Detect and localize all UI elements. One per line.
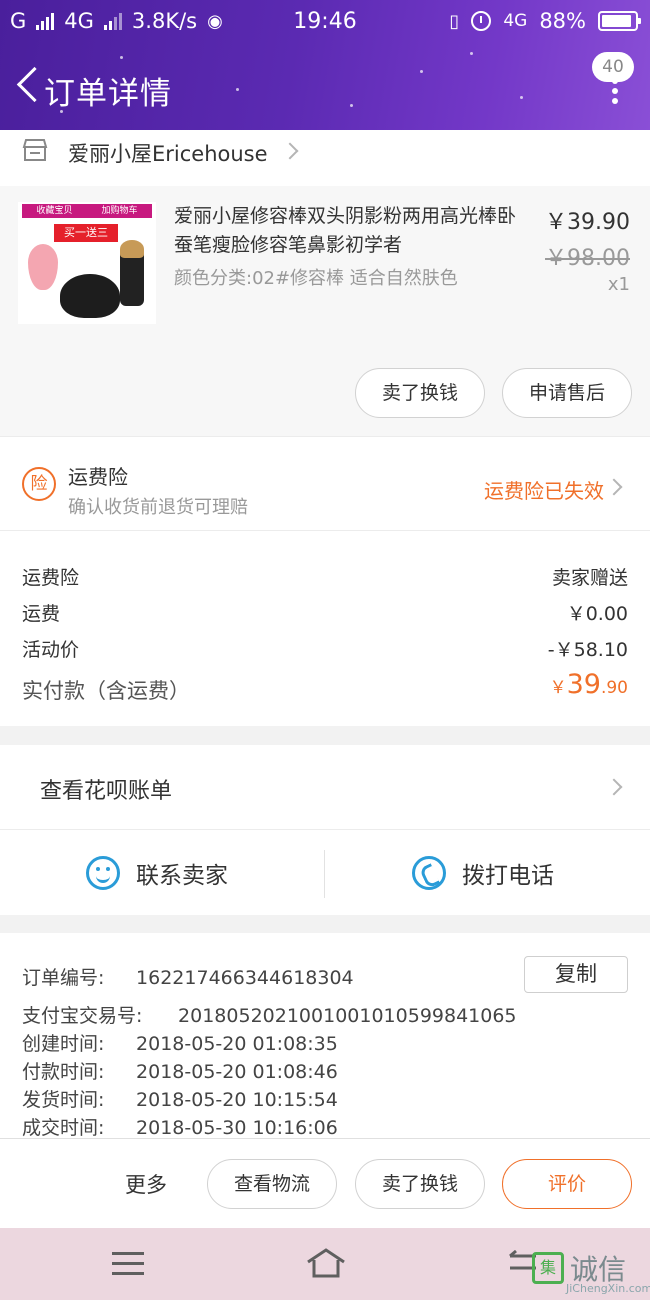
fee-summary: 运费险 卖家赠送 运费 ￥0.00 活动价 -￥58.10 实付款（含运费） ￥… bbox=[0, 530, 650, 726]
top-bar: G 4G 3.8K/s ◉ 19:46 ▯ 4G 88% 订单详情 40 bbox=[0, 0, 650, 130]
thumb-bar-left: 收藏宝贝 bbox=[36, 206, 73, 216]
info-row: 创建时间: 2018-05-20 01:08:35 bbox=[22, 1029, 338, 1056]
more-button[interactable]: 更多 bbox=[125, 1169, 167, 1199]
info-label: 创建时间: bbox=[22, 1033, 105, 1055]
sell-button-bottom[interactable]: 卖了换钱 bbox=[355, 1159, 485, 1209]
info-row: 支付宝交易号: 2018052021001001010599841065 bbox=[22, 1001, 517, 1028]
battery-percent: 88% bbox=[539, 9, 586, 33]
insurance-status: 运费险已失效 bbox=[484, 479, 604, 503]
order-number-row: 订单编号: 162217466344618304 bbox=[22, 963, 354, 990]
call-phone-button[interactable]: 拨打电话 bbox=[412, 856, 554, 890]
product-card: 收藏宝贝 加购物车 买一送三 爱丽小屋修容棒双头阴影粉两用高光棒卧蚕笔瘦脸修容笔… bbox=[0, 186, 650, 436]
info-label: 成交时间: bbox=[22, 1117, 105, 1138]
shop-name: 爱丽小屋Ericehouse bbox=[68, 142, 268, 166]
fee-label: 活动价 bbox=[22, 639, 80, 661]
back-arrow-icon[interactable] bbox=[14, 66, 44, 106]
info-value: 2018-05-20 01:08:35 bbox=[136, 1033, 338, 1055]
fee-value: -￥58.10 bbox=[547, 639, 628, 661]
watermark-logo: 集 bbox=[532, 1252, 564, 1284]
product-price: ￥39.90 bbox=[545, 210, 630, 235]
insurance-icon: 险 bbox=[22, 467, 56, 501]
order-info: 订单编号: 162217466344618304 复制 支付宝交易号: 2018… bbox=[0, 933, 650, 1138]
info-label: 发货时间: bbox=[22, 1089, 105, 1111]
total-row: 实付款（含运费） ￥39.90 bbox=[22, 669, 628, 705]
page-title: 订单详情 bbox=[44, 76, 172, 112]
action-bar: 更多 查看物流 卖了换钱 评价 bbox=[0, 1138, 650, 1228]
home-icon[interactable] bbox=[304, 1246, 348, 1280]
more-menu-icon[interactable] bbox=[610, 78, 620, 104]
info-label: 支付宝交易号: bbox=[22, 1005, 143, 1027]
info-value: 2018-05-20 01:08:46 bbox=[136, 1061, 338, 1083]
total-decimal: .90 bbox=[600, 678, 628, 698]
header: 订单详情 40 bbox=[0, 44, 650, 130]
product-quantity: x1 bbox=[607, 274, 630, 295]
bag-image bbox=[60, 274, 120, 318]
chat-icon bbox=[86, 856, 120, 890]
fee-row: 运费 ￥0.00 bbox=[22, 599, 628, 626]
phone-icon bbox=[412, 856, 446, 890]
status-bar: G 4G 3.8K/s ◉ 19:46 ▯ 4G 88% bbox=[0, 0, 650, 44]
call-phone-label: 拨打电话 bbox=[462, 863, 554, 889]
sponge-image bbox=[28, 244, 58, 290]
store-icon bbox=[22, 139, 48, 161]
thumb-promo: 买一送三 bbox=[54, 224, 118, 242]
fee-value: ￥0.00 bbox=[566, 603, 628, 625]
insurance-title: 运费险 bbox=[68, 465, 128, 489]
fee-label: 运费 bbox=[22, 603, 61, 625]
huabei-bill-row[interactable]: 查看花呗账单 bbox=[0, 745, 650, 829]
insurance-subtitle: 确认收货前退货可理赔 bbox=[68, 497, 248, 518]
vibrate-icon: ▯ bbox=[449, 10, 460, 32]
product-thumbnail[interactable]: 收藏宝贝 加购物车 买一送三 bbox=[18, 202, 156, 324]
review-button[interactable]: 评价 bbox=[502, 1159, 632, 1209]
sell-button[interactable]: 卖了换钱 bbox=[355, 368, 485, 418]
info-value: 2018052021001001010599841065 bbox=[178, 1005, 517, 1027]
fee-row: 活动价 -￥58.10 bbox=[22, 635, 628, 662]
watermark-sub: JiChengXin.com bbox=[566, 1282, 650, 1295]
contact-seller-label: 联系卖家 bbox=[136, 863, 228, 889]
total-label: 实付款（含运费） bbox=[22, 679, 190, 703]
view-logistics-button[interactable]: 查看物流 bbox=[207, 1159, 337, 1209]
info-value: 2018-05-20 10:15:54 bbox=[136, 1089, 338, 1111]
info-label: 订单编号: bbox=[22, 967, 105, 989]
menu-icon[interactable] bbox=[112, 1252, 144, 1276]
chevron-right-icon bbox=[605, 778, 623, 796]
alarm-icon bbox=[471, 11, 492, 31]
brush-image bbox=[120, 240, 144, 306]
info-row: 成交时间: 2018-05-30 10:16:06 bbox=[22, 1113, 338, 1138]
contact-seller-button[interactable]: 联系卖家 bbox=[86, 856, 228, 890]
contact-bar: 联系卖家 拨打电话 bbox=[0, 829, 650, 915]
chevron-right-icon bbox=[605, 478, 623, 496]
fee-value: 卖家赠送 bbox=[551, 567, 628, 589]
battery-icon bbox=[598, 11, 641, 31]
info-value: 2018-05-30 10:16:06 bbox=[136, 1117, 338, 1138]
order-number: 162217466344618304 bbox=[136, 967, 354, 989]
divider bbox=[324, 850, 325, 898]
fee-row: 运费险 卖家赠送 bbox=[22, 563, 628, 590]
shop-row[interactable]: 爱丽小屋Ericehouse bbox=[0, 130, 650, 186]
chevron-right-icon bbox=[281, 142, 299, 160]
thumb-bar-right: 加购物车 bbox=[101, 206, 138, 216]
copy-button[interactable]: 复制 bbox=[524, 956, 628, 993]
product-name[interactable]: 爱丽小屋修容棒双头阴影粉两用高光棒卧蚕笔瘦脸修容笔鼻影初学者 bbox=[174, 202, 524, 260]
total-integer: 39 bbox=[566, 669, 601, 700]
huabei-label: 查看花呗账单 bbox=[40, 779, 173, 804]
info-label: 付款时间: bbox=[22, 1061, 105, 1083]
fee-label: 运费险 bbox=[22, 567, 80, 589]
total-value: ￥39.90 bbox=[550, 669, 628, 700]
info-row: 发货时间: 2018-05-20 10:15:54 bbox=[22, 1085, 338, 1112]
aftersale-button[interactable]: 申请售后 bbox=[502, 368, 632, 418]
network-label-2: 4G bbox=[503, 11, 528, 31]
shipping-insurance-row[interactable]: 险 运费险 确认收货前退货可理赔 运费险已失效 bbox=[0, 436, 650, 530]
watermark: 集 诚信 JiChengXin.com bbox=[532, 1248, 650, 1298]
total-currency: ￥ bbox=[549, 678, 567, 698]
product-spec: 颜色分类:02#修容棒 适合自然肤色 bbox=[174, 268, 458, 289]
product-original-price: ￥98.00 bbox=[545, 246, 630, 271]
info-row: 付款时间: 2018-05-20 01:08:46 bbox=[22, 1057, 338, 1084]
